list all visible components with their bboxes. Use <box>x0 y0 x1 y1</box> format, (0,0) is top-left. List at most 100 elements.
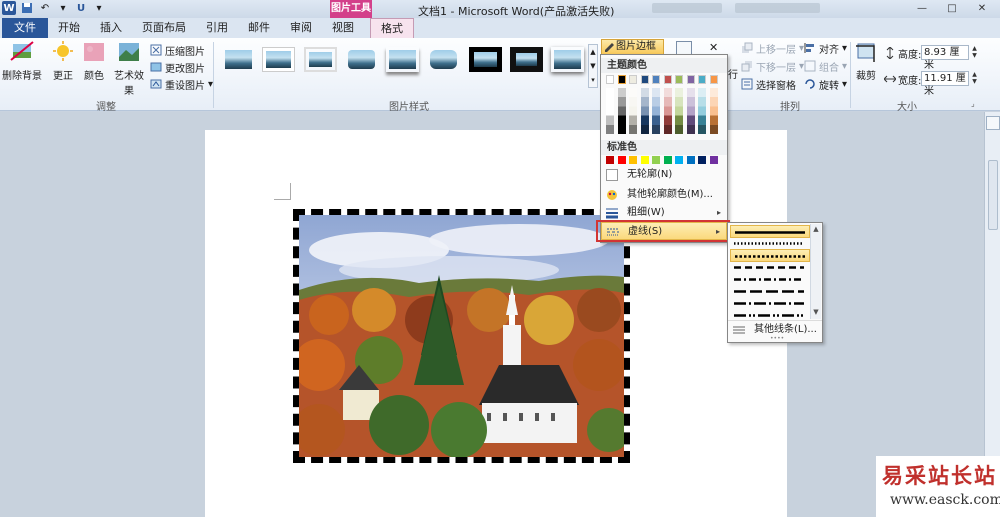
selected-picture[interactable] <box>293 209 630 463</box>
word-logo-icon[interactable]: W <box>2 1 16 15</box>
theme-color-shades[interactable] <box>629 88 637 134</box>
picture-style-thumbnail[interactable] <box>551 47 584 72</box>
width-spinner[interactable]: ▲ ▼ <box>970 71 979 86</box>
theme-color-shades[interactable] <box>640 88 649 134</box>
scroll-up-icon[interactable]: ▲ <box>811 224 821 234</box>
picture-style-thumbnail[interactable] <box>304 47 337 72</box>
minimize-button[interactable]: — <box>908 0 936 16</box>
maximize-button[interactable]: □ <box>938 0 966 16</box>
no-outline-icon <box>606 169 618 181</box>
theme-color-swatch[interactable] <box>686 75 695 84</box>
tab-view[interactable]: 视图 <box>322 18 364 38</box>
send-backward-button[interactable]: 下移一层 ▾ <box>741 59 804 74</box>
rotate-button[interactable]: 旋转 ▾ <box>804 77 847 92</box>
theme-color-shades[interactable] <box>663 88 672 134</box>
no-outline-item[interactable]: 无轮廓(N) <box>601 166 727 184</box>
theme-color-swatch[interactable] <box>709 75 718 84</box>
more-outline-colors-item[interactable]: 其他轮廓颜色(M)... <box>601 186 727 204</box>
undo-dropdown-icon[interactable]: ▾ <box>56 1 70 15</box>
picture-style-thumbnail[interactable] <box>262 47 295 72</box>
standard-color-swatch[interactable] <box>617 156 626 164</box>
ribbon: 删除背景 更正 颜色 艺术效果 压缩图片 更改图片 重设图片 ▾ 调整 ▲ ▼ … <box>0 38 1000 113</box>
standard-color-swatch[interactable] <box>698 156 706 164</box>
width-field[interactable]: 11.91 厘米 <box>921 71 969 97</box>
scrollbar-thumb[interactable] <box>988 160 998 230</box>
tab-page-layout[interactable]: 页面布局 <box>132 18 196 38</box>
gallery-scroll[interactable]: ▲ ▼ ▾ <box>588 44 598 88</box>
tab-mailings[interactable]: 邮件 <box>238 18 280 38</box>
picture-effects-icon[interactable] <box>676 41 692 55</box>
ruler-toggle-icon[interactable] <box>985 116 1000 130</box>
ribbon-tabs: 文件 开始 插入 页面布局 引用 邮件 审阅 视图 格式 <box>0 18 1000 38</box>
redo-icon[interactable]: U <box>74 1 88 15</box>
theme-color-shades[interactable] <box>652 88 660 134</box>
theme-color-swatch[interactable] <box>652 75 660 84</box>
standard-color-swatch[interactable] <box>686 156 695 164</box>
standard-color-swatch[interactable] <box>652 156 660 164</box>
standard-color-swatch[interactable] <box>606 156 614 164</box>
picture-style-thumbnail[interactable] <box>222 47 255 72</box>
crop-button[interactable]: 裁剪 <box>853 40 879 82</box>
align-label: 对齐 <box>819 44 839 56</box>
height-spinner[interactable]: ▲ ▼ <box>970 45 979 60</box>
theme-color-shades[interactable] <box>617 88 626 134</box>
standard-color-swatch[interactable] <box>663 156 672 164</box>
corrections-button[interactable]: 更正 <box>49 40 77 82</box>
theme-color-shades[interactable] <box>698 88 706 134</box>
theme-color-swatch[interactable] <box>675 75 683 84</box>
customize-qat-icon[interactable]: ▾ <box>92 1 106 15</box>
size-dialog-launcher-icon[interactable]: ⌟ <box>971 99 975 108</box>
submenu-scrollbar[interactable]: ▲ ▼ <box>810 224 821 319</box>
tab-references[interactable]: 引用 <box>196 18 238 38</box>
theme-color-shades[interactable] <box>709 88 718 134</box>
wrap-text-label[interactable]: 行 <box>728 66 738 81</box>
bring-forward-button[interactable]: 上移一层 ▾ <box>741 41 804 56</box>
group-button[interactable]: 组合 ▾ <box>804 59 847 74</box>
reset-picture-button[interactable]: 重设图片 ▾ <box>150 77 213 92</box>
picture-style-thumbnail[interactable] <box>386 47 419 72</box>
tab-file[interactable]: 文件 <box>2 18 48 38</box>
remove-background-button[interactable]: 删除背景 <box>2 40 42 82</box>
resize-grip-icon[interactable]: •••• <box>770 335 784 342</box>
standard-color-swatch[interactable] <box>675 156 683 164</box>
change-picture-button[interactable]: 更改图片 <box>150 60 205 75</box>
theme-color-swatch[interactable] <box>629 75 637 84</box>
tab-review[interactable]: 审阅 <box>280 18 322 38</box>
align-button[interactable]: 对齐 ▾ <box>804 41 847 56</box>
undo-icon[interactable]: ↶ <box>38 1 52 15</box>
standard-color-swatch[interactable] <box>709 156 718 164</box>
window-controls: — □ ✕ <box>908 0 996 16</box>
margin-corner-mark <box>274 183 291 200</box>
selection-pane-button[interactable]: 选择窗格 <box>741 77 796 92</box>
theme-color-shades[interactable] <box>606 88 614 134</box>
theme-color-swatch[interactable] <box>640 75 649 84</box>
save-icon[interactable] <box>20 1 34 15</box>
picture-layout-icon[interactable]: ✕ <box>709 41 725 55</box>
window-title: 文档1 - Microsoft Word(产品激活失败) <box>418 5 615 18</box>
theme-color-swatch[interactable] <box>698 75 706 84</box>
theme-color-swatch[interactable] <box>606 75 614 84</box>
standard-color-swatch[interactable] <box>640 156 649 164</box>
standard-color-swatch[interactable] <box>629 156 637 164</box>
tab-home[interactable]: 开始 <box>48 18 90 38</box>
theme-color-shades[interactable] <box>675 88 683 134</box>
theme-color-swatch[interactable] <box>617 75 626 84</box>
bring-forward-label: 上移一层 <box>756 44 796 56</box>
picture-style-thumbnail[interactable] <box>469 47 502 72</box>
close-button[interactable]: ✕ <box>968 0 996 16</box>
picture-style-thumbnail[interactable] <box>427 47 460 72</box>
picture-border-button[interactable]: 图片边框 ▾ <box>601 39 664 66</box>
scroll-down-icon[interactable]: ▼ <box>811 307 821 317</box>
picture-style-thumbnail[interactable] <box>345 47 378 72</box>
compress-pictures-button[interactable]: 压缩图片 <box>150 43 205 58</box>
theme-color-swatch[interactable] <box>663 75 672 84</box>
send-backward-icon <box>741 61 752 72</box>
artistic-effects-button[interactable]: 艺术效果 <box>110 40 148 97</box>
rotate-icon <box>805 79 815 89</box>
picture-style-thumbnail[interactable] <box>510 47 543 72</box>
theme-color-shades[interactable] <box>686 88 695 134</box>
color-button[interactable]: 颜色 <box>80 40 108 82</box>
tab-insert[interactable]: 插入 <box>90 18 132 38</box>
height-field[interactable]: 8.93 厘米 <box>921 45 969 71</box>
tab-format[interactable]: 格式 <box>370 18 414 38</box>
